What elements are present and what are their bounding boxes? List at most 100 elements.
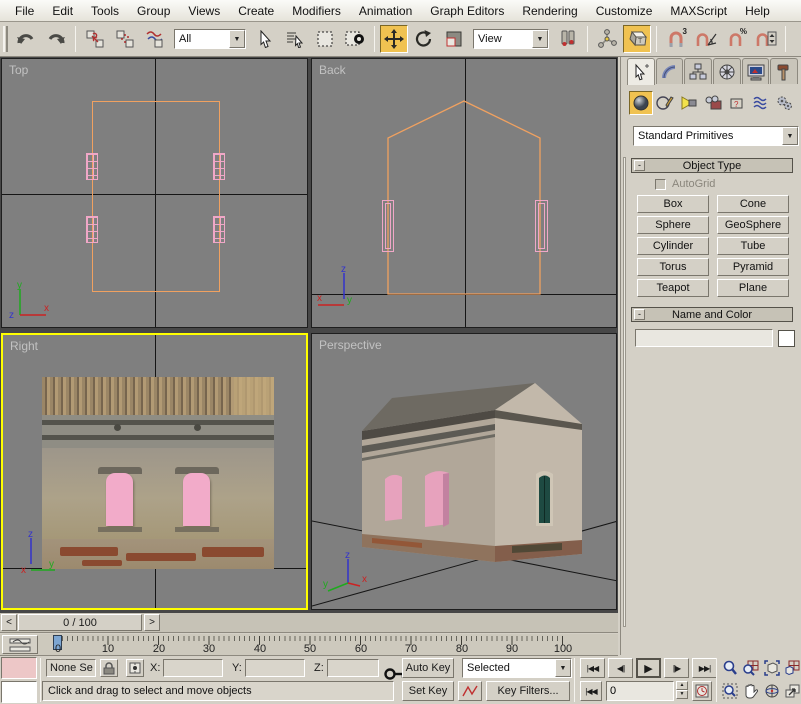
use-pivot-point-center-button[interactable] <box>554 25 582 53</box>
primitives-dropdown[interactable]: Standard Primitives ▼ <box>633 126 799 146</box>
object-name-input[interactable] <box>635 329 773 347</box>
window-wireframe[interactable] <box>213 216 225 243</box>
selection-filter-dropdown-arrow-icon[interactable]: ▼ <box>229 30 245 48</box>
window-wireframe[interactable] <box>535 200 548 252</box>
select-by-name-button[interactable] <box>281 25 309 53</box>
angle-snap-toggle-button[interactable] <box>692 25 720 53</box>
open-mini-curve-editor-button[interactable] <box>2 635 38 654</box>
object-type-button-tube[interactable]: Tube <box>717 237 789 255</box>
go-to-end-button[interactable]: ▶▶| <box>692 658 717 678</box>
object-type-button-box[interactable]: Box <box>637 195 709 213</box>
object-name-input-field[interactable] <box>636 330 772 346</box>
set-key-button[interactable]: Set Key <box>402 681 454 701</box>
select-and-scale-button[interactable] <box>440 25 468 53</box>
object-type-button-cone[interactable]: Cone <box>717 195 789 213</box>
rectangular-selection-region-button[interactable] <box>311 25 339 53</box>
tab-modify[interactable] <box>656 58 684 84</box>
category-helpers-button[interactable]: ? <box>725 91 749 115</box>
menu-rendering[interactable]: Rendering <box>513 2 586 20</box>
bind-to-space-warp-button[interactable] <box>141 25 169 53</box>
object-type-button-teapot[interactable]: Teapot <box>637 279 709 297</box>
time-slider-handle[interactable]: 0 / 100 <box>18 614 142 631</box>
collapse-icon[interactable]: - <box>634 160 645 171</box>
play-button[interactable]: ▶ <box>636 658 661 678</box>
select-and-rotate-button[interactable] <box>410 25 438 53</box>
maxscript-mini-listener[interactable] <box>1 681 37 703</box>
zoom-button[interactable] <box>720 658 739 678</box>
object-type-button-sphere[interactable]: Sphere <box>637 216 709 234</box>
x-coordinate-field[interactable] <box>163 659 223 677</box>
selection-lock-toggle[interactable] <box>100 659 118 677</box>
zoom-extents-button[interactable] <box>762 658 781 678</box>
reference-coordsys-combo[interactable]: View ▼ <box>473 29 549 49</box>
object-type-button-plane[interactable]: Plane <box>717 279 789 297</box>
spinner-snap-toggle-button[interactable] <box>752 25 780 53</box>
name-color-rollout-header[interactable]: - Name and Color <box>631 307 793 322</box>
collapse-icon[interactable]: - <box>634 309 645 320</box>
frame-spinner[interactable]: ▲ ▼ <box>676 681 688 699</box>
house-right-textured-view[interactable] <box>42 377 274 569</box>
rollout-scrollbar[interactable] <box>623 157 626 627</box>
default-tangent-button[interactable] <box>458 681 482 701</box>
absolute-offset-mode-toggle[interactable] <box>126 659 144 677</box>
auto-key-button[interactable]: Auto Key <box>402 658 454 678</box>
min-max-toggle-button[interactable] <box>783 681 800 701</box>
pan-button[interactable] <box>741 681 760 701</box>
selection-filter-combo[interactable]: All ▼ <box>174 29 246 49</box>
select-and-manipulate-button[interactable] <box>593 25 621 53</box>
z-coordinate-input[interactable] <box>328 660 378 676</box>
object-color-swatch[interactable] <box>778 330 795 347</box>
key-filters-button[interactable]: Key Filters... <box>486 681 570 701</box>
menu-maxscript[interactable]: MAXScript <box>661 2 736 20</box>
menu-group[interactable]: Group <box>128 2 179 20</box>
menu-create[interactable]: Create <box>229 2 283 20</box>
object-type-rollout-header[interactable]: - Object Type <box>631 158 793 173</box>
menu-modifiers[interactable]: Modifiers <box>283 2 350 20</box>
viewport-top[interactable]: Top y x z <box>1 58 308 328</box>
undo-button[interactable] <box>12 25 40 53</box>
y-coordinate-field[interactable] <box>245 659 305 677</box>
zoom-extents-all-button[interactable] <box>783 658 800 678</box>
spinner-up-icon[interactable]: ▲ <box>676 681 688 690</box>
object-type-button-pyramid[interactable]: Pyramid <box>717 258 789 276</box>
tab-utilities[interactable] <box>770 58 798 84</box>
menu-graph-editors[interactable]: Graph Editors <box>421 2 513 20</box>
spinner-down-icon[interactable]: ▼ <box>676 690 688 699</box>
coordsys-dropdown-arrow-icon[interactable]: ▼ <box>532 30 548 48</box>
window-wireframe[interactable] <box>86 153 98 180</box>
tab-create[interactable] <box>627 58 655 85</box>
menu-customize[interactable]: Customize <box>587 2 662 20</box>
category-geometry-button[interactable] <box>629 91 653 115</box>
key-mode-dropdown-arrow-icon[interactable]: ▼ <box>555 659 571 677</box>
region-zoom-button[interactable] <box>720 681 739 701</box>
keyboard-shortcut-override-toggle[interactable]: T <box>623 25 651 53</box>
viewport-perspective[interactable]: Perspective <box>311 333 617 610</box>
snaps-toggle-button[interactable]: 3 <box>662 25 690 53</box>
key-mode-combo[interactable]: Selected ▼ <box>462 658 572 678</box>
time-slider-prev-button[interactable]: < <box>1 614 17 631</box>
time-configuration-button[interactable] <box>692 681 712 701</box>
go-to-start-button[interactable]: |◀◀ <box>580 658 605 678</box>
tab-hierarchy[interactable] <box>684 58 712 84</box>
select-and-move-button[interactable] <box>380 25 408 53</box>
viewport-right-active[interactable]: Right <box>1 333 308 610</box>
redo-button[interactable] <box>42 25 70 53</box>
autogrid-checkbox[interactable] <box>655 179 666 190</box>
object-type-button-geosphere[interactable]: GeoSphere <box>717 216 789 234</box>
y-coordinate-input[interactable] <box>246 660 304 676</box>
unlink-selection-button[interactable] <box>111 25 139 53</box>
category-systems-button[interactable] <box>773 91 797 115</box>
window-wireframe[interactable] <box>213 153 225 180</box>
tab-display[interactable] <box>742 58 770 84</box>
primitives-dropdown-arrow-icon[interactable]: ▼ <box>782 127 798 145</box>
x-coordinate-input[interactable] <box>164 660 222 676</box>
menu-file[interactable]: File <box>6 2 43 20</box>
key-mode-toggle-button[interactable]: |◀◀ <box>580 681 602 701</box>
current-frame-input[interactable] <box>607 682 673 700</box>
menu-animation[interactable]: Animation <box>350 2 421 20</box>
maxscript-macro-recorder[interactable] <box>1 657 37 679</box>
select-object-button[interactable] <box>251 25 279 53</box>
category-cameras-button[interactable] <box>701 91 725 115</box>
window-crossing-toggle-button[interactable] <box>341 25 369 53</box>
current-frame-field[interactable] <box>606 681 674 701</box>
